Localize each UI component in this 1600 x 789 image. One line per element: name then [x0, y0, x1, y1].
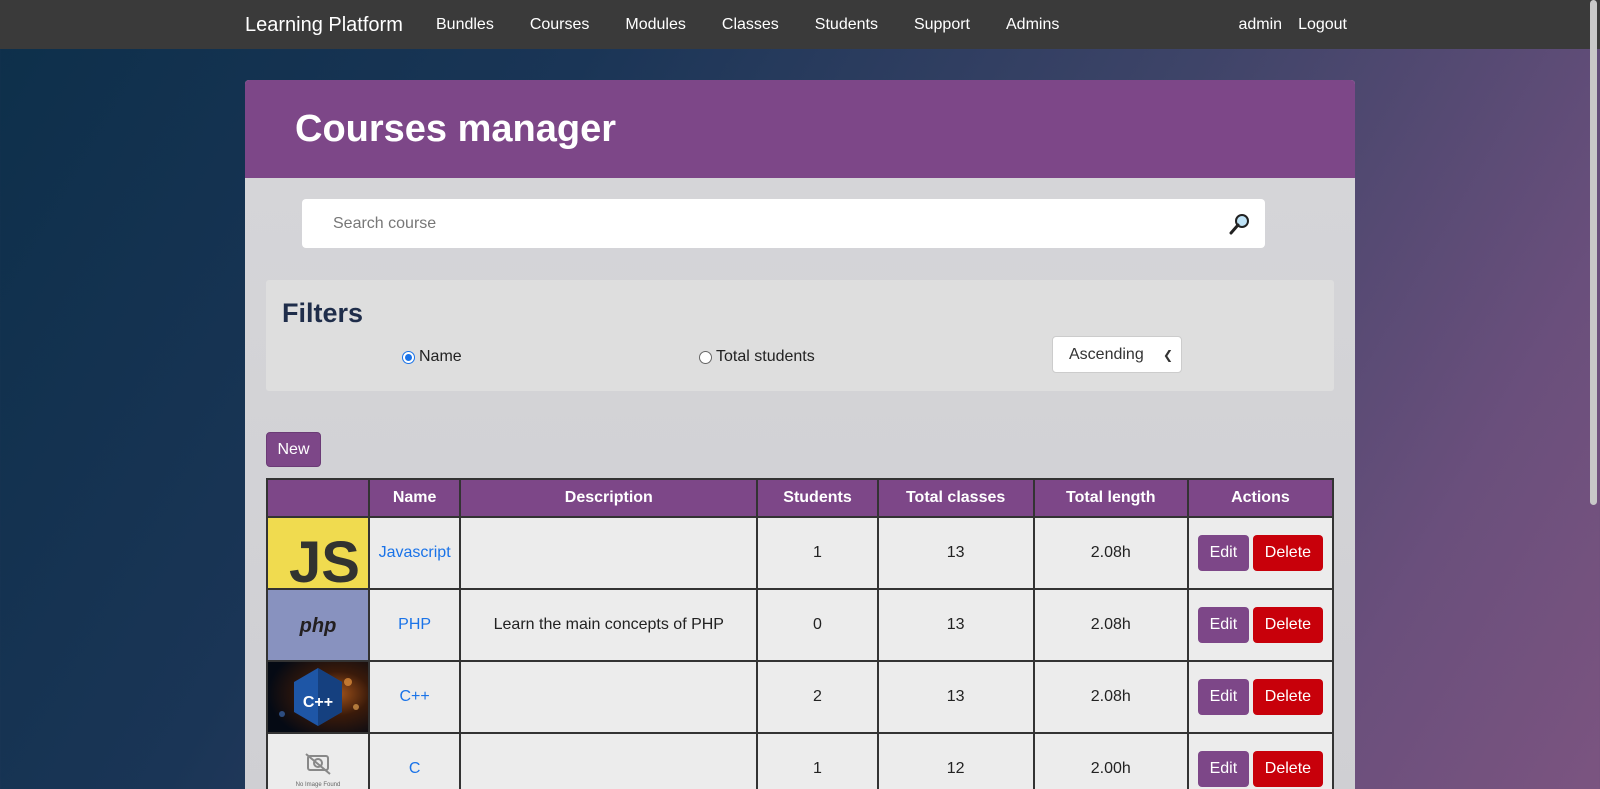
course-name-cell: C	[368, 732, 462, 789]
course-actions: Edit Delete	[1186, 660, 1335, 734]
course-actions: Edit Delete	[1186, 732, 1335, 789]
filters-panel: Filters Name Total students Ascending ❮	[266, 280, 1334, 391]
nav-modules[interactable]: Modules	[625, 16, 685, 34]
course-name-link[interactable]: Javascript	[379, 544, 451, 561]
course-thumbnail-cell: No Image Found	[265, 732, 371, 789]
course-total-length: 2.08h	[1032, 660, 1189, 734]
course-total-classes: 13	[876, 660, 1035, 734]
course-thumbnail-cell: C++	[265, 660, 371, 734]
search-input[interactable]	[302, 199, 1202, 248]
course-students: 2	[756, 660, 879, 734]
delete-button[interactable]: Delete	[1252, 535, 1323, 571]
col-total-length: Total length	[1032, 478, 1189, 518]
nav-classes[interactable]: Classes	[722, 16, 779, 34]
table-header-row: Name Description Students Total classes …	[265, 478, 1335, 518]
edit-button[interactable]: Edit	[1197, 679, 1249, 715]
course-students: 0	[756, 588, 879, 662]
courses-table: Name Description Students Total classes …	[265, 478, 1335, 789]
course-students: 1	[756, 732, 879, 789]
page-scrollbar[interactable]	[1588, 0, 1600, 789]
sort-order-value: Ascending	[1069, 346, 1144, 363]
sort-order-select[interactable]: Ascending ❮	[1052, 336, 1182, 373]
brand-logo[interactable]: Learning Platform	[245, 14, 403, 37]
page-title: Courses manager	[295, 108, 617, 150]
course-description	[459, 732, 759, 789]
course-total-length: 2.08h	[1032, 588, 1189, 662]
edit-button[interactable]: Edit	[1197, 751, 1249, 787]
course-actions: Edit Delete	[1186, 588, 1335, 662]
table-row: JS Javascript 1 13 2.08h Edit Delete	[265, 516, 1335, 590]
nav-courses[interactable]: Courses	[530, 16, 590, 34]
course-total-classes: 12	[876, 732, 1035, 789]
course-total-length: 2.00h	[1032, 732, 1189, 789]
nav-user[interactable]: admin	[1238, 16, 1282, 34]
delete-button[interactable]: Delete	[1252, 607, 1323, 643]
javascript-logo: JS	[268, 518, 368, 588]
edit-button[interactable]: Edit	[1197, 607, 1249, 643]
search-icon[interactable]	[1229, 213, 1251, 235]
col-total-classes: Total classes	[876, 478, 1035, 518]
search-box	[302, 199, 1265, 248]
course-name-link[interactable]: PHP	[398, 616, 431, 633]
delete-button[interactable]: Delete	[1252, 751, 1323, 787]
no-image-placeholder: No Image Found	[268, 734, 368, 789]
cpp-logo: C++	[268, 662, 368, 732]
nav-bundles[interactable]: Bundles	[436, 16, 494, 34]
course-students: 1	[756, 516, 879, 590]
course-name-cell: PHP	[368, 588, 462, 662]
table-row: No Image Found C 1 12 2.00h Edit Delete	[265, 732, 1335, 789]
filter-students-label: Total students	[716, 348, 815, 365]
course-total-length: 2.08h	[1032, 516, 1189, 590]
course-thumbnail-cell: JS	[265, 516, 371, 590]
new-course-button[interactable]: New	[266, 432, 321, 467]
col-name: Name	[368, 478, 462, 518]
courses-card: Courses manager Filters Name Total stude…	[245, 80, 1355, 789]
course-total-classes: 13	[876, 588, 1035, 662]
table-row: php PHP Learn the main concepts of PHP 0…	[265, 588, 1335, 662]
col-image	[265, 478, 371, 518]
col-description: Description	[459, 478, 759, 518]
svg-text:JS: JS	[289, 530, 360, 588]
edit-button[interactable]: Edit	[1197, 535, 1249, 571]
nav-user-area: admin Logout	[1238, 16, 1347, 34]
chevron-down-icon: ❮	[1162, 348, 1173, 362]
filter-students-radio[interactable]: Total students	[699, 348, 815, 366]
nav-students[interactable]: Students	[815, 16, 878, 34]
course-name-cell: Javascript	[368, 516, 462, 590]
logout-link[interactable]: Logout	[1298, 16, 1347, 34]
php-logo: php	[268, 590, 368, 660]
radio-dot-unchecked[interactable]	[699, 350, 712, 364]
nav-admins[interactable]: Admins	[1006, 16, 1059, 34]
card-header: Courses manager	[245, 80, 1355, 178]
filter-name-label: Name	[419, 348, 462, 365]
course-description	[459, 660, 759, 734]
filter-name-radio[interactable]: Name	[402, 348, 462, 366]
scrollbar-thumb[interactable]	[1590, 0, 1597, 505]
filters-title: Filters	[282, 298, 364, 328]
svg-text:php: php	[299, 615, 337, 637]
delete-button[interactable]: Delete	[1252, 679, 1323, 715]
course-name-link[interactable]: C++	[400, 688, 430, 705]
course-name-link[interactable]: C	[409, 760, 421, 777]
col-students: Students	[756, 478, 879, 518]
svg-text:No Image Found: No Image Found	[296, 782, 341, 788]
course-name-cell: C++	[368, 660, 462, 734]
top-navbar: Learning Platform Bundles Courses Module…	[0, 0, 1600, 49]
course-total-classes: 13	[876, 516, 1035, 590]
radio-dot-checked[interactable]	[402, 350, 415, 364]
nav-support[interactable]: Support	[914, 16, 970, 34]
table-row: C++ C++ 2 13 2.08h Edit Delete	[265, 660, 1335, 734]
course-description: Learn the main concepts of PHP	[459, 588, 759, 662]
course-actions: Edit Delete	[1186, 516, 1335, 590]
course-thumbnail-cell: php	[265, 588, 371, 662]
svg-text:C++: C++	[303, 694, 333, 711]
course-description	[459, 516, 759, 590]
nav-links: Bundles Courses Modules Classes Students…	[436, 16, 1095, 34]
col-actions: Actions	[1186, 478, 1335, 518]
